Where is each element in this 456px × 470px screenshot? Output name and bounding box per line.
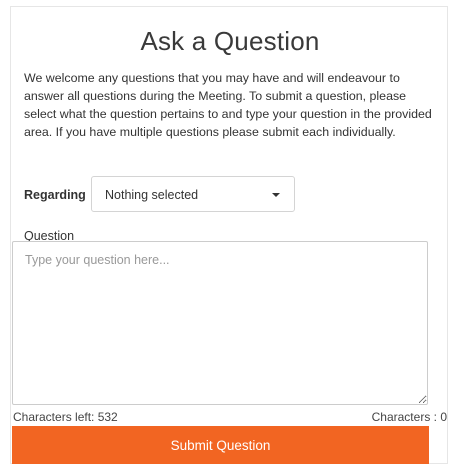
caret-down-icon — [272, 193, 280, 197]
question-input[interactable] — [12, 241, 428, 405]
submit-question-button[interactable]: Submit Question — [12, 426, 429, 464]
form-title: Ask a Question — [140, 26, 320, 56]
form-intro-text: We welcome any questions that you may ha… — [24, 71, 432, 139]
regarding-select[interactable]: Nothing selected — [91, 176, 295, 212]
characters-count: Characters : 0 — [371, 410, 447, 424]
characters-left-counter: Characters left: 532 — [13, 410, 118, 424]
regarding-label: Regarding — [24, 188, 86, 202]
regarding-selected-value: Nothing selected — [105, 188, 199, 202]
